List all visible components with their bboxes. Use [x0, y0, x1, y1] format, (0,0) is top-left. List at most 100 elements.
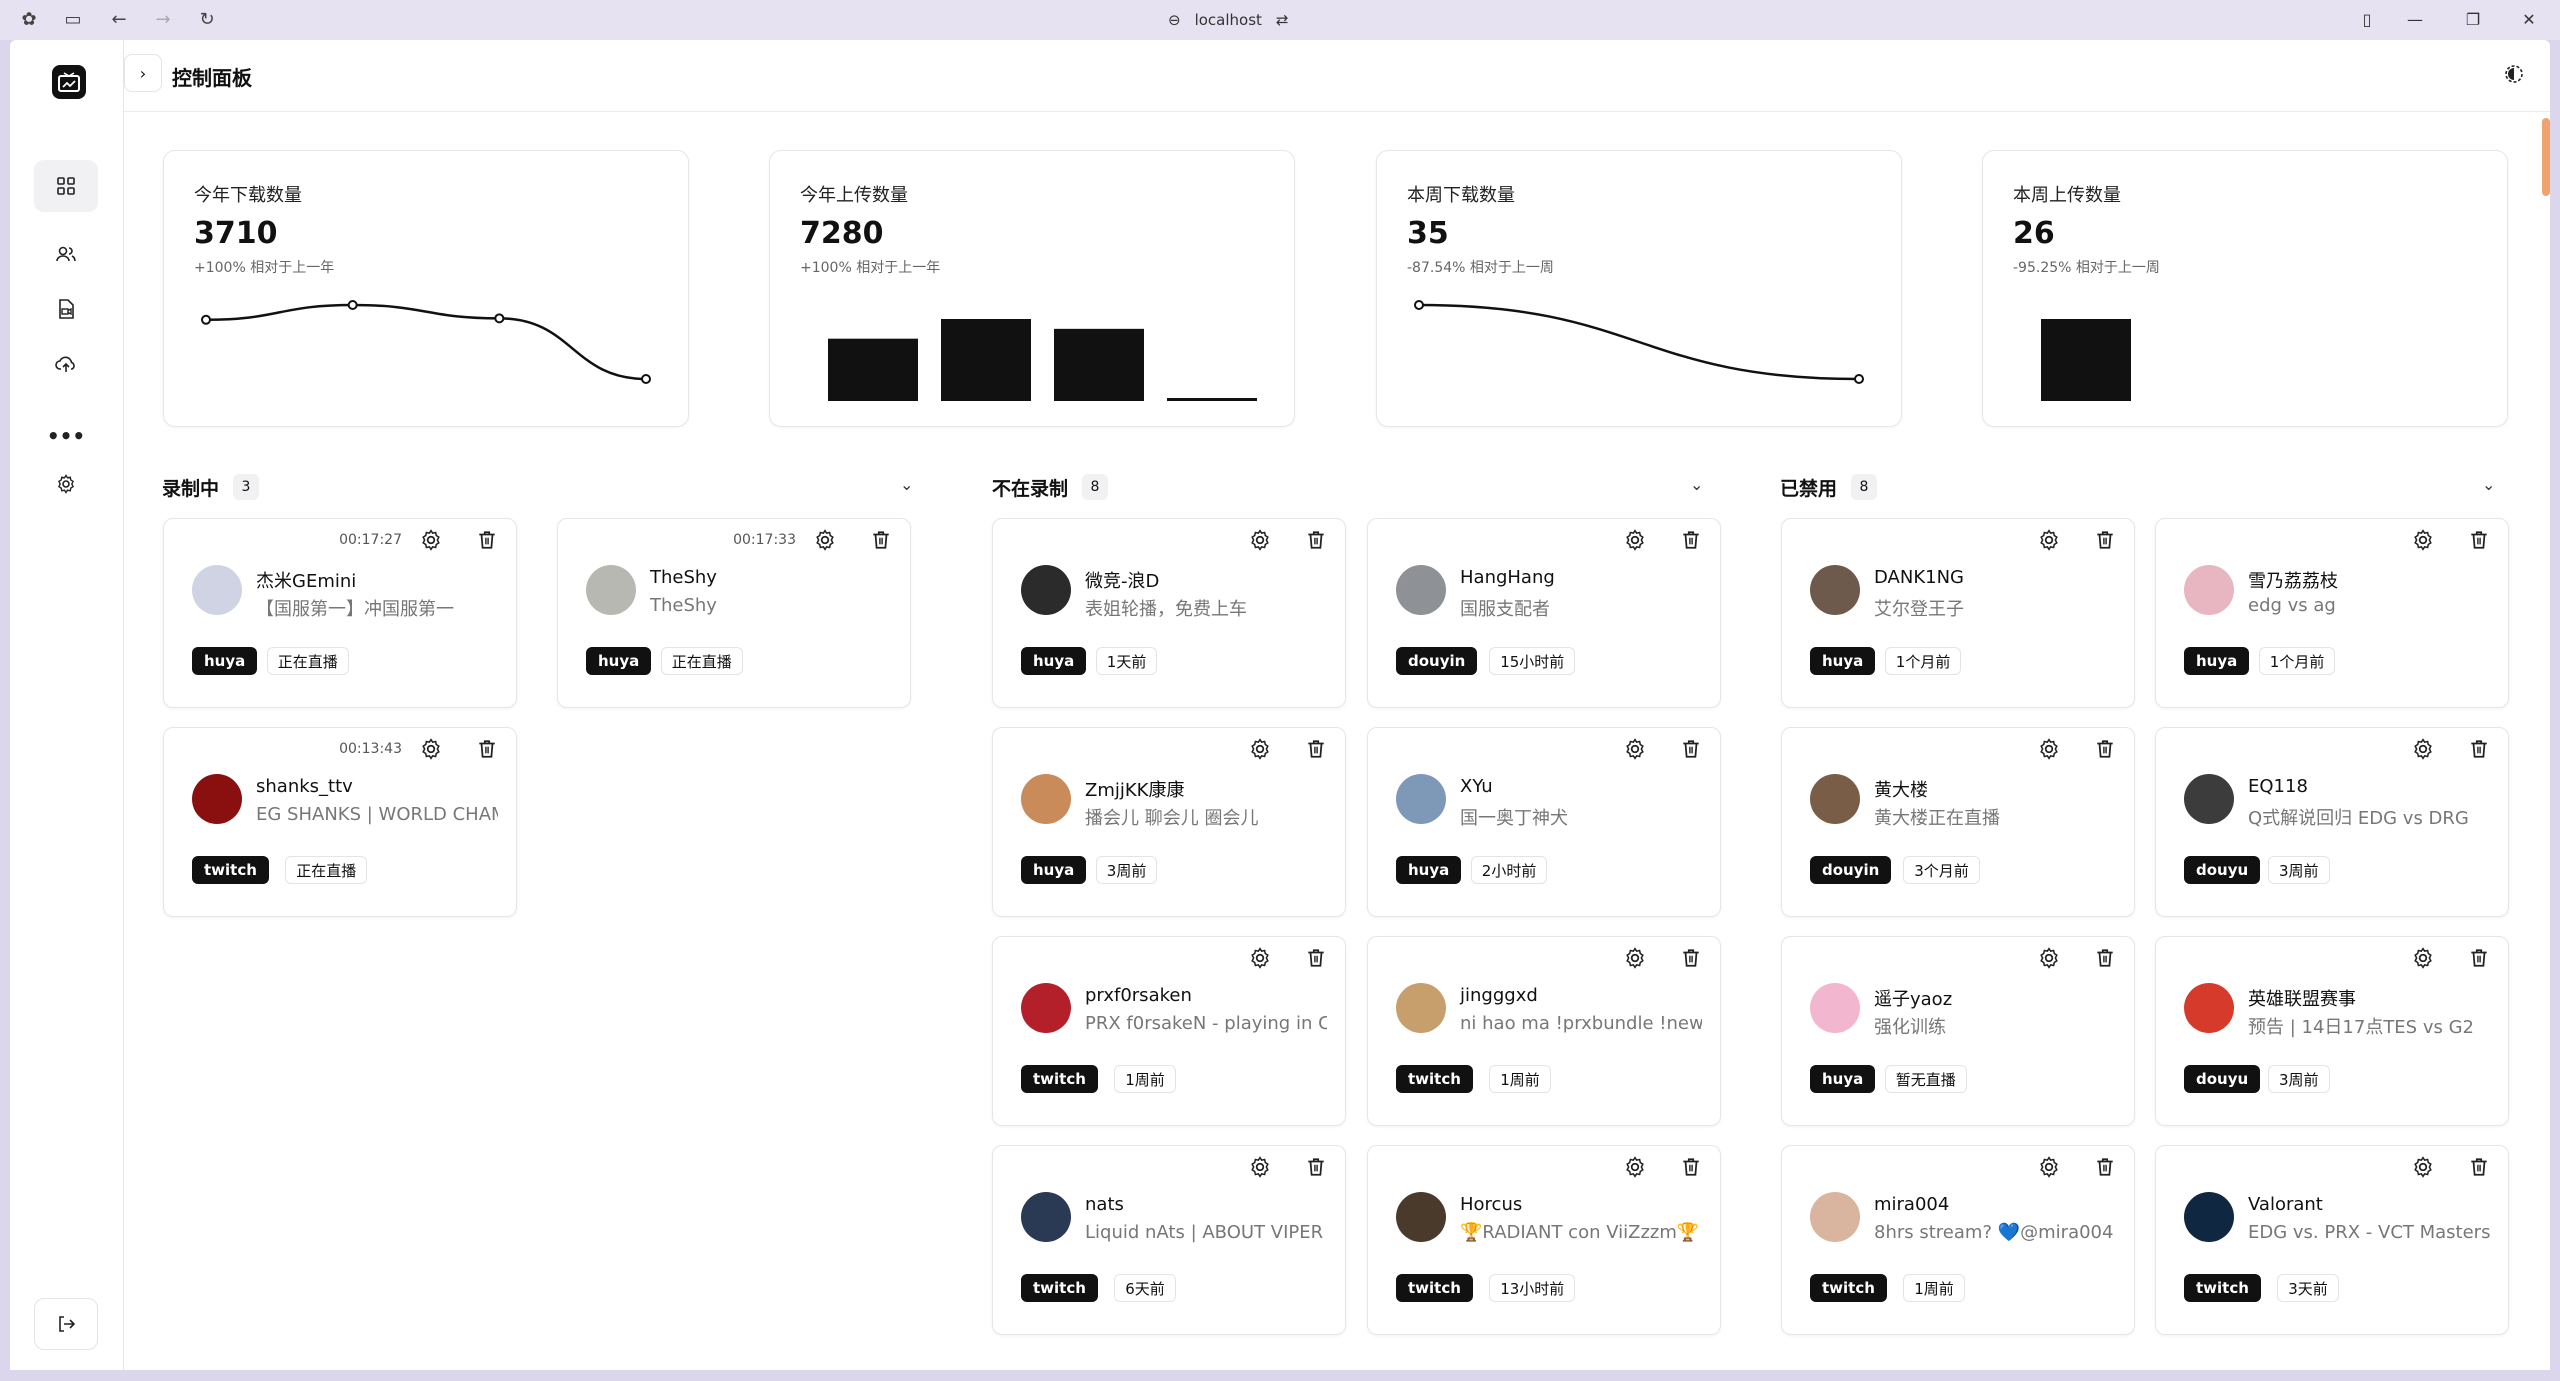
stream-title: 🏆RADIANT con ViiZzzm🏆 [1460, 1222, 1700, 1243]
streamer-name: jingggxd [1460, 985, 1538, 1006]
delete-trash-icon[interactable] [2468, 529, 2490, 551]
streamer-card[interactable]: 黄大楼 黄大楼正在直播 douyin 3个月前 [1781, 727, 2135, 917]
address-bar[interactable]: ⊖ localhost ⇄ [1168, 7, 1289, 33]
section-count: 8 [1082, 474, 1109, 500]
status-badge: 3个月前 [1903, 856, 1980, 884]
delete-trash-icon[interactable] [2468, 738, 2490, 760]
settings-gear-icon[interactable] [420, 529, 442, 551]
scrollbar-thumb[interactable] [2542, 118, 2550, 196]
streamer-card[interactable]: XYu 国一奥丁神犬 huya 2小时前 [1367, 727, 1721, 917]
settings-gear-icon[interactable] [1249, 529, 1271, 551]
streamer-card[interactable]: 雪乃荔荔枝 edg vs ag huya 1个月前 [2155, 518, 2509, 708]
reload-icon[interactable]: ↻ [196, 9, 218, 31]
streamer-card[interactable]: 英雄联盟赛事 预告 | 14日17点TES vs G2 douyu 3周前 [2155, 936, 2509, 1126]
delete-trash-icon[interactable] [1680, 738, 1702, 760]
nav-dashboard[interactable] [34, 160, 98, 212]
streamer-card[interactable]: 遥子yaoz 强化训练 huya 暂无直播 [1781, 936, 2135, 1126]
restore-icon[interactable]: ❐ [2462, 9, 2484, 31]
settings-gear-icon[interactable] [1624, 947, 1646, 969]
nav-users[interactable] [34, 228, 98, 280]
streamer-card[interactable]: 00:13:43 shanks_ttv EG SHANKS | WORLD CHAM… [163, 727, 517, 917]
settings-gear-icon[interactable] [1624, 529, 1646, 551]
streamer-name: mira004 [1874, 1194, 1950, 1215]
streamer-card[interactable]: nats Liquid nAts | ABOUT VIPER ! twitch 6天前 [992, 1145, 1346, 1335]
more-icon[interactable]: ••• [34, 410, 98, 462]
settings-gear-icon[interactable] [1249, 947, 1271, 969]
delete-trash-icon[interactable] [870, 529, 892, 551]
sidebar-toggle-icon[interactable]: ▭ [62, 9, 84, 31]
settings-gear-icon[interactable] [1249, 738, 1271, 760]
settings-gear-icon[interactable] [2038, 529, 2060, 551]
delete-trash-icon[interactable] [1305, 738, 1327, 760]
stat-value: 7280 [800, 216, 884, 251]
stream-title: 国一奥丁神犬 [1460, 808, 1568, 829]
delete-trash-icon[interactable] [2468, 1156, 2490, 1178]
collapse-recording-icon[interactable]: ⌄ [900, 475, 913, 494]
delete-trash-icon[interactable] [2094, 529, 2116, 551]
delete-trash-icon[interactable] [1680, 1156, 1702, 1178]
delete-trash-icon[interactable] [2468, 947, 2490, 969]
streamer-card[interactable]: 00:17:27 杰米GEmini 【国服第一】冲国服第一 huya 正在直播 [163, 518, 517, 708]
streamer-card[interactable]: Horcus 🏆RADIANT con ViiZzzm🏆 twitch 13小时前 [1367, 1145, 1721, 1335]
theme-toggle-button[interactable] [2494, 54, 2534, 94]
delete-trash-icon[interactable] [2094, 947, 2116, 969]
delete-trash-icon[interactable] [476, 529, 498, 551]
streamer-card[interactable]: ZmjjKK康康 播会儿 聊会儿 圈会儿 huya 3周前 [992, 727, 1346, 917]
collapse-disabled-icon[interactable]: ⌄ [2482, 475, 2495, 494]
status-badge: 3天前 [2277, 1274, 2339, 1302]
avatar [2184, 565, 2234, 615]
delete-trash-icon[interactable] [476, 738, 498, 760]
delete-trash-icon[interactable] [1305, 1156, 1327, 1178]
delete-trash-icon[interactable] [1305, 529, 1327, 551]
streamer-name: 英雄联盟赛事 [2248, 989, 2356, 1010]
nav-settings[interactable] [34, 458, 98, 510]
status-badge: 1周前 [1903, 1274, 1965, 1302]
stream-title: 播会儿 聊会儿 圈会儿 [1085, 808, 1259, 829]
app-logo[interactable] [52, 65, 86, 99]
back-icon[interactable]: ← [108, 9, 130, 31]
streamer-card[interactable]: jingggxd ni hao ma !prxbundle !newvid twit… [1367, 936, 1721, 1126]
streamer-card[interactable]: HangHang 国服支配者 douyin 15小时前 [1367, 518, 1721, 708]
close-icon[interactable]: ✕ [2518, 9, 2540, 31]
page-title: 控制面板 [172, 66, 252, 90]
logout-button[interactable] [34, 1298, 98, 1350]
platform-badge: douyin [1810, 856, 1892, 884]
split-view-icon[interactable]: ▯ [2356, 9, 2378, 31]
app-menu-icon[interactable]: ✿ [18, 9, 40, 31]
streamer-card[interactable]: 微竞-浪D 表姐轮播，免费上车 huya 1天前 [992, 518, 1346, 708]
delete-trash-icon[interactable] [2094, 738, 2116, 760]
settings-gear-icon[interactable] [2412, 529, 2434, 551]
settings-gear-icon[interactable] [1624, 738, 1646, 760]
expand-sidebar-button[interactable]: › [124, 54, 162, 92]
minimize-icon[interactable]: — [2404, 9, 2426, 31]
streamer-card[interactable]: 00:17:33 TheShy TheShy huya 正在直播 [557, 518, 911, 708]
stat-sparkline [201, 300, 651, 384]
settings-gear-icon[interactable] [420, 738, 442, 760]
streamer-card[interactable]: DANK1NG 艾尔登王子 huya 1个月前 [1781, 518, 2135, 708]
streamer-card[interactable]: Valorant EDG vs. PRX - VCT Masters twitch 3… [2155, 1145, 2509, 1335]
delete-trash-icon[interactable] [1305, 947, 1327, 969]
streamer-card[interactable]: EQ118 Q式解说回归 EDG vs DRG douyu 3周前 [2155, 727, 2509, 917]
streamer-card[interactable]: mira004 8hrs stream? 💙@mira004 twitch 1周前 [1781, 1145, 2135, 1335]
forward-icon[interactable]: → [152, 9, 174, 31]
settings-gear-icon[interactable] [2038, 738, 2060, 760]
settings-gear-icon[interactable] [1624, 1156, 1646, 1178]
settings-gear-icon[interactable] [2412, 738, 2434, 760]
settings-gear-icon[interactable] [2038, 947, 2060, 969]
avatar [1810, 565, 1860, 615]
delete-trash-icon[interactable] [2094, 1156, 2116, 1178]
delete-trash-icon[interactable] [1680, 529, 1702, 551]
settings-gear-icon[interactable] [1249, 1156, 1271, 1178]
settings-gear-icon[interactable] [2412, 1156, 2434, 1178]
nav-files[interactable] [34, 283, 98, 335]
collapse-not-recording-icon[interactable]: ⌄ [1690, 475, 1703, 494]
theme-icon [2505, 65, 2523, 83]
settings-gear-icon[interactable] [814, 529, 836, 551]
delete-trash-icon[interactable] [1680, 947, 1702, 969]
stat-card: 今年下载数量 3710 +100% 相对于上一年 [163, 150, 689, 427]
settings-gear-icon[interactable] [2038, 1156, 2060, 1178]
site-settings-icon[interactable]: ⇄ [1276, 11, 1289, 29]
nav-upload[interactable] [34, 338, 98, 390]
streamer-card[interactable]: prxf0rsaken PRX f0rsakeN - playing in CH t… [992, 936, 1346, 1126]
settings-gear-icon[interactable] [2412, 947, 2434, 969]
